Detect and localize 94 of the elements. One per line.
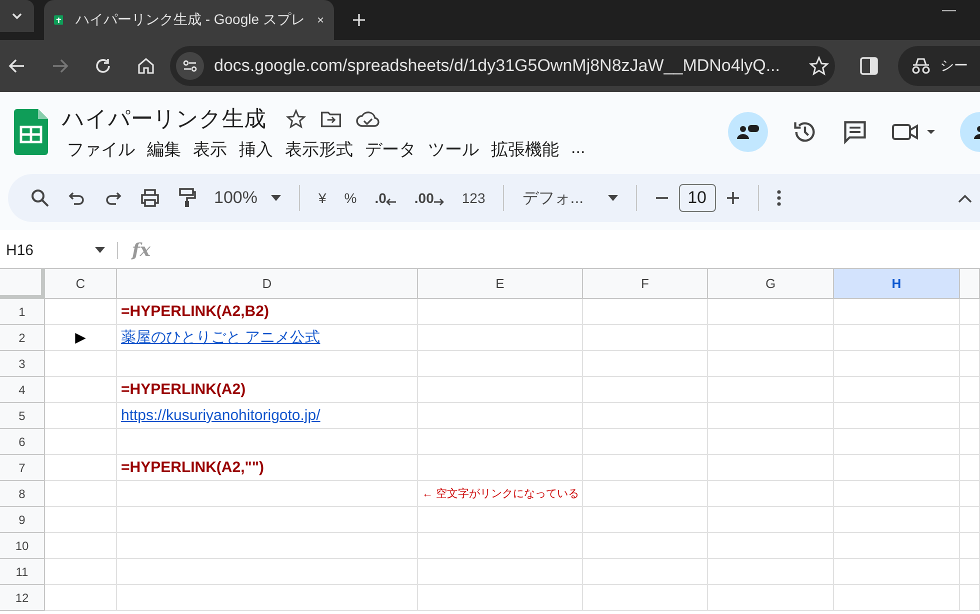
row-header[interactable]: 9	[0, 507, 45, 533]
new-tab-icon[interactable]	[352, 13, 366, 27]
function-label: fx	[132, 240, 150, 260]
caret-icon	[271, 195, 282, 201]
forward-icon[interactable]	[51, 57, 69, 75]
font-dropdown[interactable]: デフォ...	[522, 188, 618, 208]
browser-tab[interactable]: ハイパーリンク生成 - Google スプレ	[44, 0, 334, 40]
percent-format-button[interactable]: %	[344, 190, 357, 206]
formula-text: =HYPERLINK(A2)	[121, 381, 246, 398]
history-icon[interactable]	[792, 119, 818, 145]
table-cell	[960, 585, 980, 611]
menu-item[interactable]: 拡張機能	[486, 138, 564, 160]
address-field[interactable]: docs.google.com/spreadsheets/d/1dy31G5OwnMj8N8zJaW__MDNo4lyQ...	[170, 46, 835, 86]
row-header[interactable]: 8	[0, 481, 45, 507]
paint-format-icon[interactable]	[178, 188, 196, 208]
minimize-icon[interactable]	[942, 10, 956, 12]
menu-item[interactable]: ファイル	[62, 138, 140, 160]
video-call-button[interactable]	[892, 121, 936, 143]
table-cell	[960, 325, 980, 351]
table-cell	[960, 429, 980, 455]
table-cell	[960, 351, 980, 377]
chevron-up-icon[interactable]	[958, 194, 972, 202]
column-header[interactable]: C	[45, 269, 117, 299]
menu-item[interactable]: 挿入	[234, 138, 278, 160]
caret-icon	[95, 247, 105, 253]
table-cell	[960, 533, 980, 559]
table-cell	[45, 429, 117, 455]
table-cell	[45, 533, 117, 559]
row-header[interactable]: 5	[0, 403, 45, 429]
table-cell	[45, 585, 117, 611]
column-header[interactable]: G	[708, 269, 834, 299]
cloud-check-icon[interactable]	[356, 110, 380, 128]
number-format-button[interactable]: 123	[462, 190, 486, 206]
table-cell	[960, 455, 980, 481]
name-box[interactable]: H16	[0, 242, 118, 258]
hyperlink[interactable]: 薬屋のひとりごと アニメ公式	[121, 328, 320, 347]
row-header[interactable]: 12	[0, 585, 45, 611]
zoom-dropdown[interactable]: 100%	[214, 188, 282, 208]
table-cell	[45, 507, 117, 533]
left-arrow-icon	[386, 198, 396, 206]
annotation-note: ← 空文字がリンクになっている	[422, 486, 580, 501]
row-header[interactable]: 6	[0, 429, 45, 455]
column-header[interactable]: H	[834, 269, 960, 299]
font-size-field[interactable]: 10	[678, 184, 716, 212]
star-icon[interactable]	[286, 108, 306, 128]
triangle-marker: ▶	[75, 329, 86, 346]
currency-format-button[interactable]: ¥	[318, 190, 326, 206]
right-arrow-icon	[434, 198, 444, 206]
menu-item[interactable]: ...	[566, 138, 590, 160]
table-cell	[960, 559, 980, 585]
home-icon[interactable]	[137, 57, 155, 75]
decrease-decimal-button[interactable]: .0	[374, 190, 396, 206]
table-cell	[45, 481, 117, 507]
formula-text: =HYPERLINK(A2,B2)	[121, 303, 269, 320]
row-header[interactable]: 11	[0, 559, 45, 585]
incognito-icon	[910, 57, 932, 75]
caret-icon	[608, 195, 618, 201]
menu-item[interactable]: 表示形式	[280, 138, 358, 160]
table-cell	[45, 559, 117, 585]
table-cell	[960, 507, 980, 533]
site-info-icon[interactable]	[176, 52, 204, 80]
table-cell	[960, 403, 980, 429]
menu-item[interactable]: 表示	[188, 138, 232, 160]
row-header[interactable]: 10	[0, 533, 45, 559]
table-cell	[960, 377, 980, 403]
row-header[interactable]: 2	[0, 325, 45, 351]
share-people-icon[interactable]	[728, 112, 768, 152]
table-cell	[960, 481, 980, 507]
side-panel-icon[interactable]	[860, 57, 878, 75]
column-header[interactable]: F	[583, 269, 708, 299]
menu-item[interactable]: 編集	[142, 138, 186, 160]
row-header[interactable]: 4	[0, 377, 45, 403]
comment-icon[interactable]	[842, 119, 868, 145]
table-cell	[960, 299, 980, 325]
profile-button[interactable]: シー	[898, 46, 980, 86]
row-header[interactable]: 1	[0, 299, 45, 325]
print-icon[interactable]	[140, 188, 160, 208]
plus-icon[interactable]	[726, 191, 740, 205]
menu-item[interactable]: データ	[360, 138, 421, 160]
reload-icon[interactable]	[94, 57, 112, 75]
more-vert-icon[interactable]	[776, 190, 781, 206]
tab-title: ハイパーリンク生成 - Google スプレ	[75, 11, 305, 29]
column-header[interactable]: E	[418, 269, 583, 299]
row-header[interactable]: 3	[0, 351, 45, 377]
back-icon[interactable]	[8, 57, 26, 75]
column-header[interactable]: D	[117, 269, 418, 299]
document-title[interactable]: ハイパーリンク生成	[62, 104, 266, 134]
sheets-logo-icon	[14, 109, 48, 155]
hyperlink[interactable]: https://kusuriyanohitorigoto.jp/	[121, 407, 320, 424]
row-header[interactable]: 7	[0, 455, 45, 481]
increase-decimal-button[interactable]: .00	[414, 190, 444, 206]
search-icon[interactable]	[30, 188, 50, 208]
menu-item[interactable]: ツール	[423, 138, 484, 160]
formula-text: =HYPERLINK(A2,"")	[121, 459, 264, 476]
